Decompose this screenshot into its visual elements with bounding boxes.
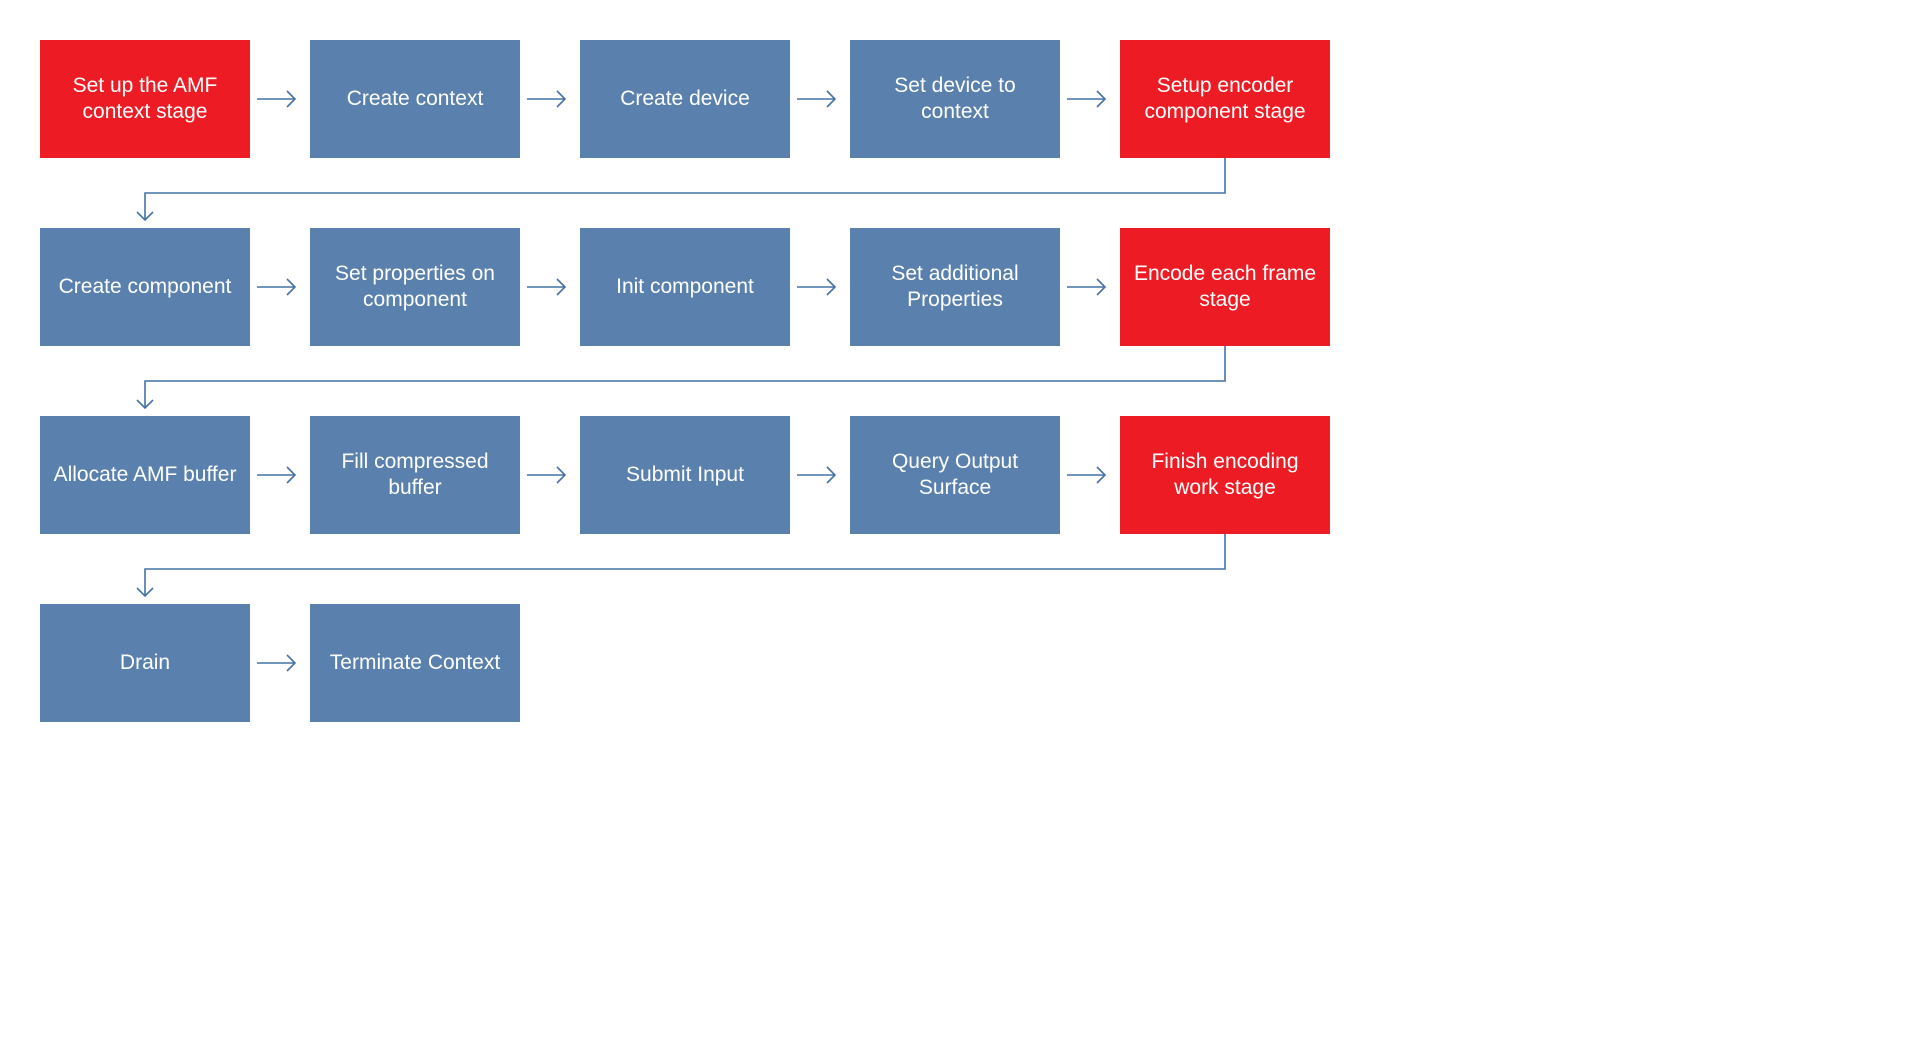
- arrow-right-icon: [790, 228, 850, 346]
- wrap-arrow-icon: [40, 158, 1880, 228]
- step-box: Submit Input: [580, 416, 790, 534]
- box-label: Setup encoder component stage: [1128, 73, 1322, 126]
- step-box: Create component: [40, 228, 250, 346]
- box-label: Submit Input: [626, 462, 744, 488]
- box-label: Create component: [59, 274, 232, 300]
- wrap-arrow-icon: [40, 346, 1880, 416]
- stage-box: Setup encoder component stage: [1120, 40, 1330, 158]
- step-box: Init component: [580, 228, 790, 346]
- arrow-right-icon: [1060, 416, 1120, 534]
- arrow-right-icon: [1060, 228, 1120, 346]
- step-box: Create device: [580, 40, 790, 158]
- arrow-right-icon: [250, 416, 310, 534]
- box-label: Set device to context: [858, 73, 1052, 126]
- step-box: Terminate Context: [310, 604, 520, 722]
- step-box: Allocate AMF buffer: [40, 416, 250, 534]
- flow-row-4: Drain Terminate Context: [40, 604, 1880, 722]
- arrow-right-icon: [250, 228, 310, 346]
- box-label: Finish encoding work stage: [1128, 449, 1322, 502]
- stage-box: Encode each frame stage: [1120, 228, 1330, 346]
- box-label: Set additional Properties: [858, 261, 1052, 314]
- step-box: Create context: [310, 40, 520, 158]
- arrow-right-icon: [250, 604, 310, 722]
- arrow-right-icon: [250, 40, 310, 158]
- flow-row-3: Allocate AMF buffer Fill compressed buff…: [40, 416, 1880, 534]
- step-box: Set additional Properties: [850, 228, 1060, 346]
- stage-box: Finish encoding work stage: [1120, 416, 1330, 534]
- box-label: Allocate AMF buffer: [54, 462, 237, 488]
- box-label: Set up the AMF context stage: [48, 73, 242, 126]
- box-label: Query Output Surface: [858, 449, 1052, 502]
- step-box: Drain: [40, 604, 250, 722]
- box-label: Drain: [120, 650, 170, 676]
- stage-box: Set up the AMF context stage: [40, 40, 250, 158]
- arrow-right-icon: [520, 228, 580, 346]
- arrow-right-icon: [1060, 40, 1120, 158]
- box-label: Terminate Context: [330, 650, 500, 676]
- arrow-right-icon: [790, 40, 850, 158]
- box-label: Fill compressed buffer: [318, 449, 512, 502]
- box-label: Init component: [616, 274, 754, 300]
- flow-diagram: Set up the AMF context stage Create cont…: [40, 40, 1880, 722]
- arrow-right-icon: [520, 40, 580, 158]
- flow-row-1: Set up the AMF context stage Create cont…: [40, 40, 1880, 158]
- step-box: Fill compressed buffer: [310, 416, 520, 534]
- step-box: Set properties on component: [310, 228, 520, 346]
- step-box: Set device to context: [850, 40, 1060, 158]
- box-label: Set properties on component: [318, 261, 512, 314]
- box-label: Create context: [347, 86, 484, 112]
- box-label: Encode each frame stage: [1128, 261, 1322, 314]
- box-label: Create device: [620, 86, 750, 112]
- arrow-right-icon: [520, 416, 580, 534]
- arrow-right-icon: [790, 416, 850, 534]
- flow-row-2: Create component Set properties on compo…: [40, 228, 1880, 346]
- wrap-arrow-icon: [40, 534, 1880, 604]
- step-box: Query Output Surface: [850, 416, 1060, 534]
